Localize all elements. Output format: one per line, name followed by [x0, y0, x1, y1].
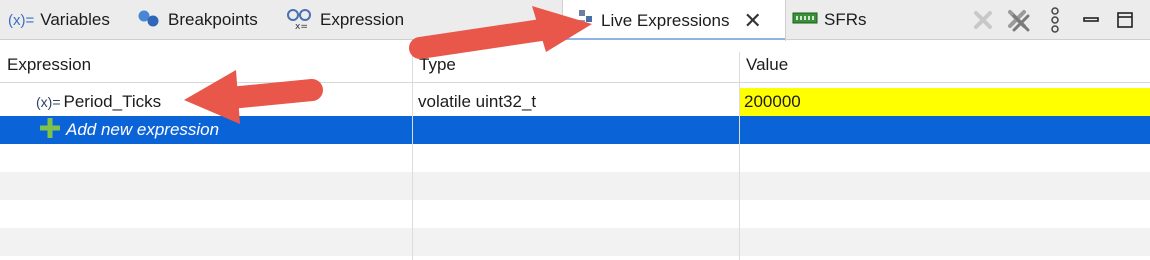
- view-tab-bar: (x)= Variables Breakpoints x= Expression…: [0, 0, 1150, 41]
- tab-live-expressions[interactable]: Live Expressions ✕: [562, 0, 786, 41]
- live-expressions-icon: [577, 8, 595, 33]
- add-expression-row[interactable]: Add new expression: [0, 116, 1150, 144]
- tab-variables[interactable]: (x)= Variables: [8, 0, 110, 40]
- add-expression-label: Add new expression: [66, 120, 220, 139]
- close-icon[interactable]: ✕: [744, 9, 762, 32]
- remove-icon[interactable]: [970, 7, 996, 33]
- tab-sfrs[interactable]: SFRs: [792, 0, 867, 40]
- minimize-icon[interactable]: [1078, 7, 1104, 33]
- table-row[interactable]: (x)= Period_Ticks volatile uint32_t 2000…: [0, 88, 1150, 116]
- tab-expressions-label: Expression: [320, 10, 405, 29]
- remove-all-icon[interactable]: [1005, 7, 1031, 33]
- empty-row: [0, 144, 1150, 172]
- maximize-icon[interactable]: [1112, 7, 1138, 33]
- sfrs-icon: [792, 10, 818, 31]
- type-cell: volatile uint32_t: [418, 92, 537, 111]
- column-header-type[interactable]: Type: [412, 47, 739, 82]
- expression-name: Period_Ticks: [63, 92, 162, 111]
- empty-row: [0, 172, 1150, 200]
- empty-row: [0, 200, 1150, 228]
- add-expression-cell: Add new expression: [39, 116, 412, 144]
- breakpoints-icon: [136, 8, 162, 33]
- svg-text:x=: x=: [295, 22, 308, 30]
- tab-live-expressions-label: Live Expressions: [601, 10, 730, 30]
- tab-variables-label: Variables: [40, 10, 110, 29]
- expression-cell: (x)= Period_Ticks: [36, 88, 412, 116]
- column-divider: [739, 52, 740, 260]
- tab-sfrs-label: SFRs: [824, 10, 867, 29]
- table-header: Expression Type Value: [0, 47, 1150, 83]
- tab-expressions[interactable]: x= Expression: [286, 0, 404, 40]
- empty-row: [0, 228, 1150, 256]
- expressions-icon: x=: [286, 6, 314, 35]
- column-header-expression[interactable]: Expression: [0, 47, 412, 82]
- add-icon: [39, 117, 61, 143]
- tab-breakpoints-label: Breakpoints: [168, 10, 258, 29]
- value-cell[interactable]: 200000: [740, 88, 1150, 116]
- tab-breakpoints[interactable]: Breakpoints: [136, 0, 258, 40]
- column-header-value[interactable]: Value: [739, 47, 1150, 82]
- variable-icon: (x)=: [36, 94, 61, 110]
- column-divider: [412, 52, 413, 260]
- view-menu-icon[interactable]: [1042, 7, 1068, 33]
- variables-icon: (x)=: [8, 11, 35, 29]
